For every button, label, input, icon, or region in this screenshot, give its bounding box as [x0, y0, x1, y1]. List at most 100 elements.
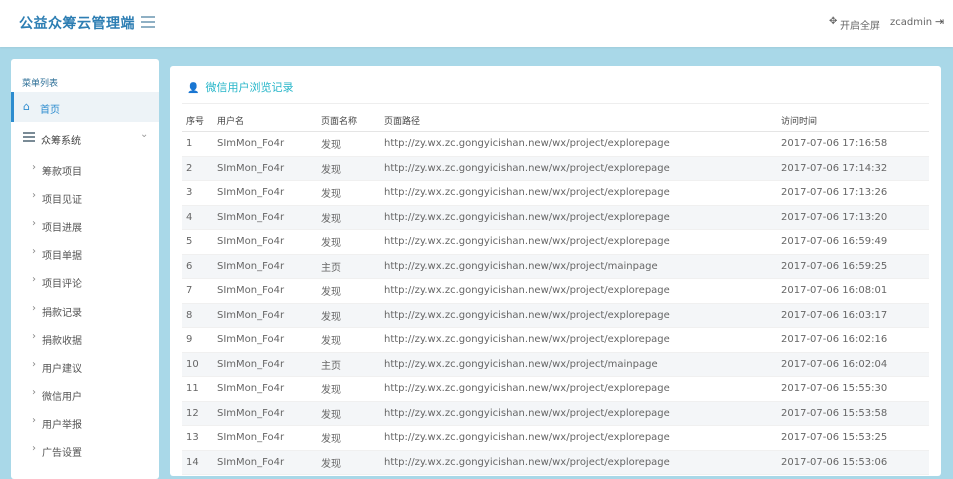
chevron-right-icon: › [32, 330, 36, 342]
table-row[interactable]: 10 SImMon_Fo4r 主页 http://zy.wx.zc.gongyicis… [182, 352, 929, 377]
fullscreen-button[interactable]: 开启全屏 [840, 17, 880, 32]
page-path-cell[interactable]: http://zy.wx.zc.gongyicishan.new/wx/proj… [380, 401, 777, 426]
page-path-cell[interactable]: http://zy.wx.zc.gongyicishan.new/wx/proj… [380, 131, 777, 157]
table-row[interactable]: 13 SImMon_Fo4r 发现 http://zy.wx.zc.gongyicis… [182, 425, 929, 451]
sidebar-subitem[interactable]: › 捐款记录 [11, 299, 159, 323]
sidebar-subitem[interactable]: › 项目进展 [11, 214, 159, 238]
sidebar-subitem-label: 筹款项目 [42, 167, 82, 178]
username-cell[interactable]: SImMon_Fo4r [213, 352, 317, 377]
sidebar-item-home[interactable]: ⌂ 首页 [11, 92, 159, 122]
sidebar-group-label: 众筹系统 [41, 136, 81, 147]
sidebar-subitem-label: 项目单据 [42, 251, 82, 263]
index-cell: 12 [182, 401, 213, 426]
table-row[interactable]: 7 SImMon_Fo4r 发现 http://zy.wx.zc.gongyicish… [182, 278, 929, 304]
table-row[interactable]: 14 SImMon_Fo4r 发现 http://zy.wx.zc.gongyicis… [182, 450, 929, 475]
page-name-cell: 主页 [317, 352, 380, 377]
username-cell[interactable]: SImMon_Fo4r [213, 205, 317, 230]
page-path-cell[interactable]: http://zy.wx.zc.gongyicishan.new/wx/proj… [380, 180, 777, 206]
sidebar-subitem-label: 用户建议 [42, 363, 82, 375]
sidebar-subitem[interactable]: › 微信用户 [11, 383, 159, 407]
page-name-cell: 发现 [317, 205, 380, 230]
sidebar-subitem-label: 微信用户 [42, 391, 82, 403]
page-path-cell[interactable]: http://zy.wx.zc.gongyicishan.new/wx/proj… [380, 303, 777, 328]
sidebar-subitem-label: 用户举报 [42, 419, 82, 431]
table-row[interactable]: 3 SImMon_Fo4r 发现 http://zy.wx.zc.gongyicish… [182, 180, 929, 206]
table-row[interactable]: 6 SImMon_Fo4r 主页 http://zy.wx.zc.gongyicish… [182, 254, 929, 279]
page-path-cell[interactable]: http://zy.wx.zc.gongyicishan.new/wx/proj… [380, 278, 777, 304]
username-cell[interactable]: SImMon_Fo4r [213, 376, 317, 402]
username-cell[interactable]: SImMon_Fo4r [213, 156, 317, 181]
table-header-row: 序号 用户名 页面名称 页面路径 访问时间 [182, 110, 929, 132]
visit-time-cell: 2017-07-06 15:53:58 [777, 401, 929, 426]
username-cell[interactable]: SImMon_Fo4r [213, 278, 317, 304]
username-cell[interactable]: SImMon_Fo4r [213, 401, 317, 426]
page-name-cell: 发现 [317, 450, 380, 475]
page-path-cell[interactable]: http://zy.wx.zc.gongyicishan.new/wx/proj… [380, 376, 777, 402]
sidebar-subitem-label: 广告设置 [42, 448, 82, 459]
page-path-cell[interactable]: http://zy.wx.zc.gongyicishan.new/wx/proj… [380, 156, 777, 181]
username-cell[interactable]: SImMon_Fo4r [213, 131, 317, 157]
page-path-cell[interactable]: http://zy.wx.zc.gongyicishan.new/wx/proj… [380, 205, 777, 230]
username-cell[interactable]: SImMon_Fo4r [213, 425, 317, 451]
visit-time-cell: 2017-07-06 16:02:04 [777, 352, 929, 377]
page-name-cell: 发现 [317, 131, 380, 157]
username-cell[interactable]: SImMon_Fo4r [213, 327, 317, 353]
sidebar-subitem[interactable]: › 项目见证 [11, 186, 159, 210]
table-row[interactable]: 2 SImMon_Fo4r 发现 http://zy.wx.zc.gongyicish… [182, 156, 929, 181]
username-cell[interactable]: SImMon_Fo4r [213, 303, 317, 328]
sidebar-item-label: 首页 [40, 105, 60, 116]
username-cell[interactable]: SImMon_Fo4r [213, 229, 317, 255]
page-name-cell: 发现 [317, 180, 380, 206]
visit-time-cell: 2017-07-06 17:14:32 [777, 156, 929, 181]
index-cell: 4 [182, 205, 213, 230]
table-row[interactable]: 12 SImMon_Fo4r 发现 http://zy.wx.zc.gongyicis… [182, 401, 929, 426]
sidebar-subitem[interactable]: › 用户举报 [11, 411, 159, 435]
panel-title-text: 微信用户浏览记录 [205, 81, 294, 94]
page-name-cell: 发现 [317, 156, 380, 181]
sidebar-title: 菜单列表 [22, 79, 59, 89]
sidebar-group-crowdfunding[interactable]: 众筹系统 ⌄ [11, 125, 159, 151]
column-header: 用户名 [213, 110, 317, 132]
chevron-right-icon: › [32, 274, 36, 286]
chevron-down-icon: ⌄ [140, 129, 149, 140]
page-path-cell[interactable]: http://zy.wx.zc.gongyicishan.new/wx/proj… [380, 425, 777, 451]
username-cell[interactable]: SImMon_Fo4r [213, 450, 317, 475]
sidebar-subitem[interactable]: › 广告设置 [11, 439, 159, 463]
sidebar-subitem-label: 项目见证 [42, 195, 82, 207]
table-row[interactable]: 1 SImMon_Fo4r 发现 http://zy.wx.zc.gongyicish… [182, 131, 929, 157]
table-row[interactable]: 5 SImMon_Fo4r 发现 http://zy.wx.zc.gongyicish… [182, 229, 929, 255]
index-cell: 10 [182, 352, 213, 377]
logout-icon[interactable]: ⇥ [935, 15, 944, 28]
index-cell: 8 [182, 303, 213, 328]
chevron-right-icon: › [32, 443, 36, 454]
sidebar-subitem[interactable]: › 用户建议 [11, 355, 159, 379]
table-row[interactable]: 9 SImMon_Fo4r 发现 http://zy.wx.zc.gongyicish… [182, 327, 929, 353]
column-header: 序号 [182, 110, 213, 132]
index-cell: 9 [182, 327, 213, 353]
page-name-cell: 发现 [317, 278, 380, 304]
page-name-cell: 发现 [317, 401, 380, 426]
sidebar-subitem[interactable]: › 捐款收据 [11, 327, 159, 351]
username-link[interactable]: zcadmin [890, 17, 932, 28]
menu-toggle-icon[interactable] [141, 16, 155, 28]
sidebar-subitem[interactable]: › 项目评论 [11, 270, 159, 294]
table-row[interactable]: 8 SImMon_Fo4r 发现 http://zy.wx.zc.gongyicish… [182, 303, 929, 328]
table-row[interactable]: 4 SImMon_Fo4r 发现 http://zy.wx.zc.gongyicish… [182, 205, 929, 230]
page-path-cell[interactable]: http://zy.wx.zc.gongyicishan.new/wx/proj… [380, 327, 777, 353]
index-cell: 2 [182, 156, 213, 181]
sidebar-subitem[interactable]: › 筹款项目 [11, 158, 159, 182]
visit-time-cell: 2017-07-06 16:03:17 [777, 303, 929, 328]
page-path-cell[interactable]: http://zy.wx.zc.gongyicishan.new/wx/proj… [380, 229, 777, 255]
sidebar-subitem[interactable]: › 项目单据 [11, 242, 159, 266]
column-header: 页面名称 [317, 110, 380, 132]
fullscreen-icon[interactable]: ✥ [829, 16, 837, 27]
chevron-right-icon: › [32, 218, 36, 230]
page-path-cell[interactable]: http://zy.wx.zc.gongyicishan.new/wx/proj… [380, 254, 777, 279]
username-cell[interactable]: SImMon_Fo4r [213, 180, 317, 206]
table-row[interactable]: 11 SImMon_Fo4r 发现 http://zy.wx.zc.gongyicis… [182, 376, 929, 402]
sidebar: 菜单列表 ⌂ 首页 众筹系统 ⌄ › 筹款项目 › 项目见证 › 项目进展 › 项目单据 › 项目… [11, 59, 159, 479]
page-path-cell[interactable]: http://zy.wx.zc.gongyicishan.new/wx/proj… [380, 450, 777, 475]
column-header: 页面路径 [380, 110, 777, 132]
page-path-cell[interactable]: http://zy.wx.zc.gongyicishan.new/wx/proj… [380, 352, 777, 377]
username-cell[interactable]: SImMon_Fo4r [213, 254, 317, 279]
